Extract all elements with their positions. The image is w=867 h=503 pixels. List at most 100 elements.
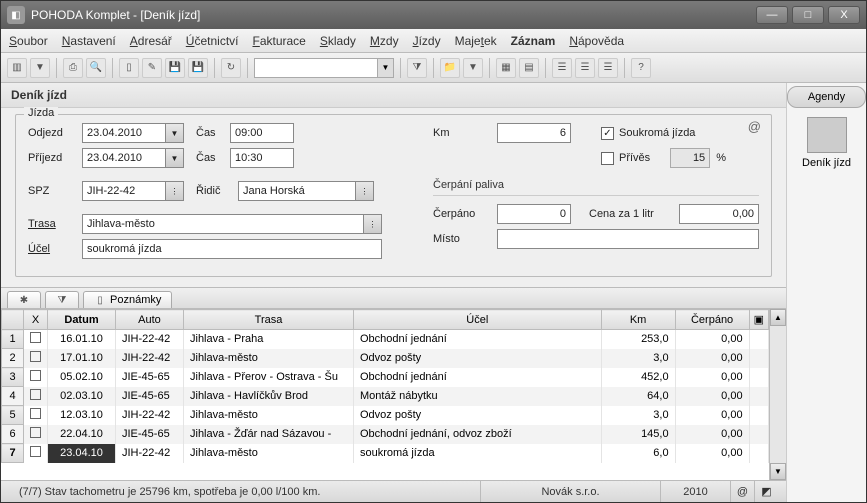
grid: X Datum Auto Trasa Účel Km Čerpáno ▣ 116… xyxy=(1,309,786,480)
prijezd-date-dd[interactable]: ▼ xyxy=(166,148,184,168)
prijezd-cas-input[interactable]: 10:30 xyxy=(230,148,294,168)
tool-dd2-icon[interactable]: ▼ xyxy=(463,58,483,78)
tool-cal-icon[interactable]: ▤ xyxy=(519,58,539,78)
misto-label: Místo xyxy=(433,233,497,245)
menu-záznam[interactable]: Záznam xyxy=(511,34,556,48)
tool-combo[interactable]: ▼ xyxy=(254,58,394,78)
soukroma-check[interactable]: ✓ xyxy=(601,127,614,140)
menu-jízdy[interactable]: Jízdy xyxy=(413,34,441,48)
status-at-icon[interactable]: @ xyxy=(730,481,754,502)
menu-sklady[interactable]: Sklady xyxy=(320,34,356,48)
tool-save2-icon[interactable]: 💾 xyxy=(188,58,208,78)
col-ucel[interactable]: Účel xyxy=(354,310,602,330)
tool-calc-icon[interactable]: ▦ xyxy=(496,58,516,78)
side-agenda-icon[interactable] xyxy=(807,117,847,153)
table-row[interactable]: 622.04.10JIE-45-65Jihlava - Žďár nad Sáz… xyxy=(2,425,769,444)
star-icon: ✱ xyxy=(18,294,30,306)
tab-notes[interactable]: ▯Poznámky xyxy=(83,291,172,308)
col-cerpano[interactable]: Čerpáno xyxy=(675,310,749,330)
odjezd-date-dd[interactable]: ▼ xyxy=(166,123,184,143)
col-datum[interactable]: Datum xyxy=(48,310,116,330)
tool-c-icon[interactable]: ☰ xyxy=(598,58,618,78)
menu-nastavení[interactable]: Nastavení xyxy=(62,34,116,48)
minimize-button[interactable]: — xyxy=(756,6,788,24)
tool-new-icon[interactable]: ▥ xyxy=(7,58,27,78)
col-trasa[interactable]: Trasa xyxy=(184,310,354,330)
toolbar: ▥ ▼ ⎙ 🔍 ▯ ✎ 💾 💾 ↻ ▼ ⧩ 📁 ▼ ▦ ▤ ☰ ☰ ☰ ? xyxy=(1,53,866,83)
app-icon: ◧ xyxy=(7,6,25,24)
status-tool-icon[interactable]: ◩ xyxy=(754,481,778,502)
soukroma-label: Soukromá jízda xyxy=(619,127,695,139)
table-row[interactable]: 723.04.10JIH-22-42Jihlava-městosoukromá … xyxy=(2,444,769,463)
tool-dd-icon[interactable]: ▼ xyxy=(30,58,50,78)
menu-účetnictví[interactable]: Účetnictví xyxy=(186,34,239,48)
menu-adresář[interactable]: Adresář xyxy=(130,34,172,48)
misto-input[interactable] xyxy=(497,229,759,249)
table-row[interactable]: 512.03.10JIH-22-42Jihlava-městoOdvoz poš… xyxy=(2,406,769,425)
scroll-down-icon[interactable]: ▼ xyxy=(770,463,786,480)
col-rownum[interactable] xyxy=(2,310,24,330)
ridic-dd[interactable]: ⋮ xyxy=(356,181,374,201)
trasa-dd[interactable]: ⋮ xyxy=(364,214,382,234)
ucel-label: Účel xyxy=(28,243,82,255)
col-scroll[interactable]: ▣ xyxy=(749,310,768,330)
prives-check[interactable] xyxy=(601,152,614,165)
scroll-up-icon[interactable]: ▲ xyxy=(770,309,786,326)
menubar: Soubor Nastavení Adresář Účetnictví Fakturac… xyxy=(1,29,866,53)
odjezd-cas-label: Čas xyxy=(196,127,230,139)
menu-nápověda[interactable]: Nápověda xyxy=(569,34,624,48)
section-title: Deník jízd xyxy=(1,83,786,108)
col-km[interactable]: Km xyxy=(601,310,675,330)
tool-print-icon[interactable]: ⎙ xyxy=(63,58,83,78)
tool-filter-icon[interactable]: ⧩ xyxy=(407,58,427,78)
tab-filter[interactable]: ⧩ xyxy=(45,291,79,308)
col-x[interactable]: X xyxy=(24,310,48,330)
prives-pct: 15 xyxy=(670,148,710,168)
tool-preview-icon[interactable]: 🔍 xyxy=(86,58,106,78)
odjezd-date-input[interactable]: 23.04.2010 xyxy=(82,123,166,143)
ridic-input[interactable]: Jana Horská xyxy=(238,181,356,201)
tool-help-icon[interactable]: ? xyxy=(631,58,651,78)
table-row[interactable]: 305.02.10JIE-45-65Jihlava - Přerov - Ost… xyxy=(2,368,769,387)
cerpano-input[interactable]: 0 xyxy=(497,204,571,224)
table-row[interactable]: 402.03.10JIE-45-65Jihlava - Havlíčkův Br… xyxy=(2,387,769,406)
legend-jizda: Jízda xyxy=(24,107,58,119)
maximize-button[interactable]: □ xyxy=(792,6,824,24)
window-title: POHODA Komplet - [Deník jízd] xyxy=(31,8,752,22)
status-year: 2010 xyxy=(660,481,730,502)
trasa-input[interactable]: Jihlava-město xyxy=(82,214,364,234)
menu-fakturace[interactable]: Fakturace xyxy=(252,34,305,48)
cena-input[interactable]: 0,00 xyxy=(679,204,759,224)
menu-majetek[interactable]: Majetek xyxy=(455,34,497,48)
menu-soubor[interactable]: Soubor xyxy=(9,34,48,48)
tool-folder-icon[interactable]: 📁 xyxy=(440,58,460,78)
tool-b-icon[interactable]: ☰ xyxy=(575,58,595,78)
cerpano-label: Čerpáno xyxy=(433,208,497,220)
vscrollbar[interactable]: ▲ ▼ xyxy=(769,309,786,480)
side-header[interactable]: Agendy xyxy=(787,86,866,108)
prijezd-date-input[interactable]: 23.04.2010 xyxy=(82,148,166,168)
menu-mzdy[interactable]: Mzdy xyxy=(370,34,399,48)
status-company: Novák s.r.o. xyxy=(480,481,660,502)
prijezd-label: Příjezd xyxy=(28,152,82,164)
spz-input[interactable]: JIH-22-42 xyxy=(82,181,166,201)
close-button[interactable]: X xyxy=(828,6,860,24)
tool-doc-icon[interactable]: ▯ xyxy=(119,58,139,78)
tool-edit-icon[interactable]: ✎ xyxy=(142,58,162,78)
table-row[interactable]: 217.01.10JIH-22-42Jihlava-městoOdvoz poš… xyxy=(2,349,769,368)
table-row[interactable]: 116.01.10JIH-22-42Jihlava - PrahaObchodn… xyxy=(2,330,769,349)
tool-a-icon[interactable]: ☰ xyxy=(552,58,572,78)
prives-label: Přívěs xyxy=(619,152,650,164)
tab-star[interactable]: ✱ xyxy=(7,291,41,308)
km-input[interactable]: 6 xyxy=(497,123,571,143)
odjezd-cas-input[interactable]: 09:00 xyxy=(230,123,294,143)
tool-save-icon[interactable]: 💾 xyxy=(165,58,185,78)
spz-dd[interactable]: ⋮ xyxy=(166,181,184,201)
prijezd-cas-label: Čas xyxy=(196,152,230,164)
at-icon[interactable]: @ xyxy=(748,119,761,134)
trasa-label: Trasa xyxy=(28,218,82,230)
ucel-input[interactable]: soukromá jízda xyxy=(82,239,382,259)
col-auto[interactable]: Auto xyxy=(116,310,184,330)
filter-icon: ⧩ xyxy=(56,294,68,306)
tool-refresh-icon[interactable]: ↻ xyxy=(221,58,241,78)
